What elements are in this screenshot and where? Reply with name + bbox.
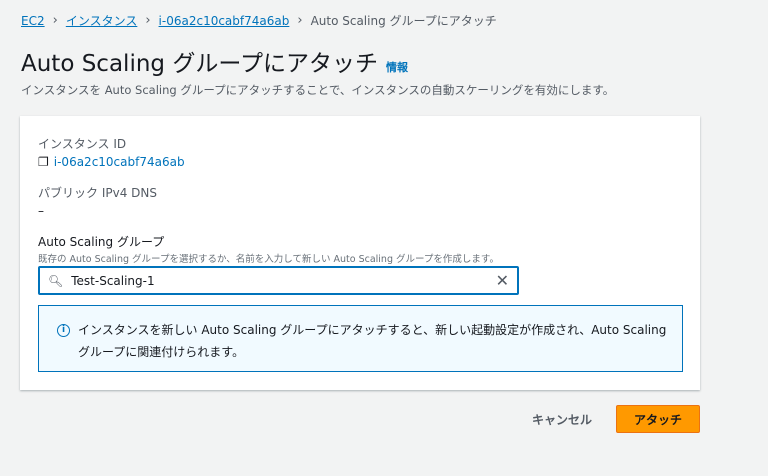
breadcrumb-current: Auto Scaling グループにアタッチ <box>310 14 497 28</box>
breadcrumb: EC2 › インスタンス › i-06a2c10cabf74a6ab › Aut… <box>21 12 497 29</box>
page-description: インスタンスを Auto Scaling グループにアタッチすることで、インスタ… <box>21 83 615 97</box>
asg-label: Auto Scaling グループ <box>38 235 165 249</box>
attach-button[interactable]: アタッチ <box>616 405 700 433</box>
asg-search-value[interactable]: Test-Scaling-1 <box>71 274 154 288</box>
info-link[interactable]: 情報 <box>386 59 408 75</box>
instance-id-text: i-06a2c10cabf74a6ab <box>53 155 185 169</box>
attach-form-card: インスタンス ID ❐ i-06a2c10cabf74a6ab パブリック IP… <box>20 116 700 390</box>
info-alert: i インスタンスを新しい Auto Scaling グループにアタッチすると、新… <box>38 305 683 372</box>
instance-id-label: インスタンス ID <box>38 137 127 151</box>
chevron-right-icon: › <box>52 13 58 28</box>
instance-id-value: ❐ i-06a2c10cabf74a6ab <box>38 155 185 169</box>
page-title-text: Auto Scaling グループにアタッチ <box>21 51 378 77</box>
chevron-right-icon: › <box>145 13 151 28</box>
search-icon: 🔍︎ <box>48 273 64 288</box>
info-icon: i <box>57 324 70 337</box>
chevron-right-icon: › <box>297 13 303 28</box>
dns-value: – <box>38 204 44 218</box>
clear-icon[interactable]: ✕ <box>496 271 509 290</box>
breadcrumb-ec2[interactable]: EC2 <box>21 14 45 28</box>
page-title: Auto Scaling グループにアタッチ 情報 <box>21 44 408 78</box>
breadcrumb-instances[interactable]: インスタンス <box>66 12 138 29</box>
asg-hint: 既存の Auto Scaling グループを選択するか、名前を入力して新しい A… <box>38 254 499 265</box>
breadcrumb-instance-id[interactable]: i-06a2c10cabf74a6ab <box>159 14 290 28</box>
info-alert-text: インスタンスを新しい Auto Scaling グループにアタッチすると、新しい… <box>78 323 667 359</box>
copy-icon[interactable]: ❐ <box>38 155 49 169</box>
asg-search-input[interactable]: 🔍︎ Test-Scaling-1 ✕ <box>38 266 519 295</box>
dns-label: パブリック IPv4 DNS <box>38 186 157 200</box>
cancel-button[interactable]: キャンセル <box>520 405 604 433</box>
